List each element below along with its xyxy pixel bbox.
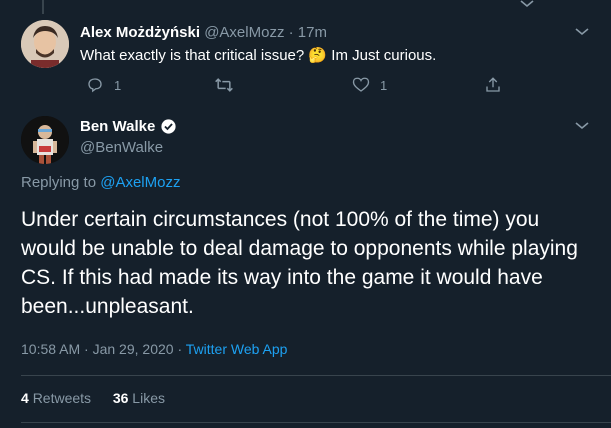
tweet-meta: 10:58 AM · Jan 29, 2020 · Twitter Web Ap… xyxy=(21,341,287,357)
reply-icon xyxy=(88,78,102,93)
tweet-time[interactable]: 17m xyxy=(298,24,327,41)
chevron-down-icon[interactable] xyxy=(575,28,589,36)
replying-prefix: Replying to xyxy=(21,174,97,191)
tweet-source[interactable]: Twitter Web App xyxy=(186,341,288,357)
retweets-label: Retweets xyxy=(32,390,92,406)
reply-count: 1 xyxy=(114,77,122,93)
share-icon xyxy=(486,77,500,92)
share-button[interactable] xyxy=(484,76,502,99)
author-name[interactable]: Ben Walke xyxy=(80,118,155,135)
tweet-body: Under certain circumstances (not 100% of… xyxy=(21,208,578,318)
retweet-icon xyxy=(215,78,233,92)
thinking-emoji-icon: 🤔 xyxy=(308,47,328,64)
divider xyxy=(21,422,611,423)
author-name[interactable]: Alex Możdżyński xyxy=(80,24,200,41)
like-count: 1 xyxy=(380,77,388,93)
reply-text-part1: What exactly is that critical issue? xyxy=(80,47,305,64)
likes-count: 36 xyxy=(112,390,129,406)
reply-header: Alex Możdżyński @AxelMozz · 17m xyxy=(80,24,327,41)
avatar-ben[interactable] xyxy=(21,116,69,164)
meta-separator: · xyxy=(177,341,183,357)
replying-to-link[interactable]: @AxelMozz xyxy=(100,174,180,191)
likes-stat[interactable]: 36 Likes xyxy=(113,390,165,406)
author-handle[interactable]: @AxelMozz xyxy=(204,24,284,41)
divider xyxy=(21,375,611,376)
replying-to: Replying to @AxelMozz xyxy=(21,174,180,191)
chevron-down-icon[interactable] xyxy=(520,0,534,8)
main-author: Ben Walke xyxy=(80,118,177,135)
like-icon xyxy=(352,77,370,92)
tweet-stats: 4 Retweets 36 Likes xyxy=(21,390,165,406)
verified-badge-icon xyxy=(161,119,176,134)
avatar-alex[interactable] xyxy=(21,20,69,68)
chevron-down-icon[interactable] xyxy=(575,122,589,130)
dot-separator: · xyxy=(288,24,294,41)
tweet-timestamp[interactable]: 10:58 AM · Jan 29, 2020 xyxy=(21,341,174,357)
reply-text: What exactly is that critical issue? 🤔 I… xyxy=(80,46,436,64)
retweet-button[interactable] xyxy=(214,76,234,99)
retweets-count: 4 xyxy=(21,390,29,406)
reply-text-part2: Im Just curious. xyxy=(331,47,437,64)
thread-line-top xyxy=(42,0,44,14)
retweets-stat[interactable]: 4 Retweets xyxy=(21,390,95,406)
likes-label: Likes xyxy=(132,390,165,406)
author-handle[interactable]: @BenWalke xyxy=(80,139,163,156)
reply-button[interactable]: 1 xyxy=(86,76,121,94)
like-button[interactable]: 1 xyxy=(352,76,387,94)
